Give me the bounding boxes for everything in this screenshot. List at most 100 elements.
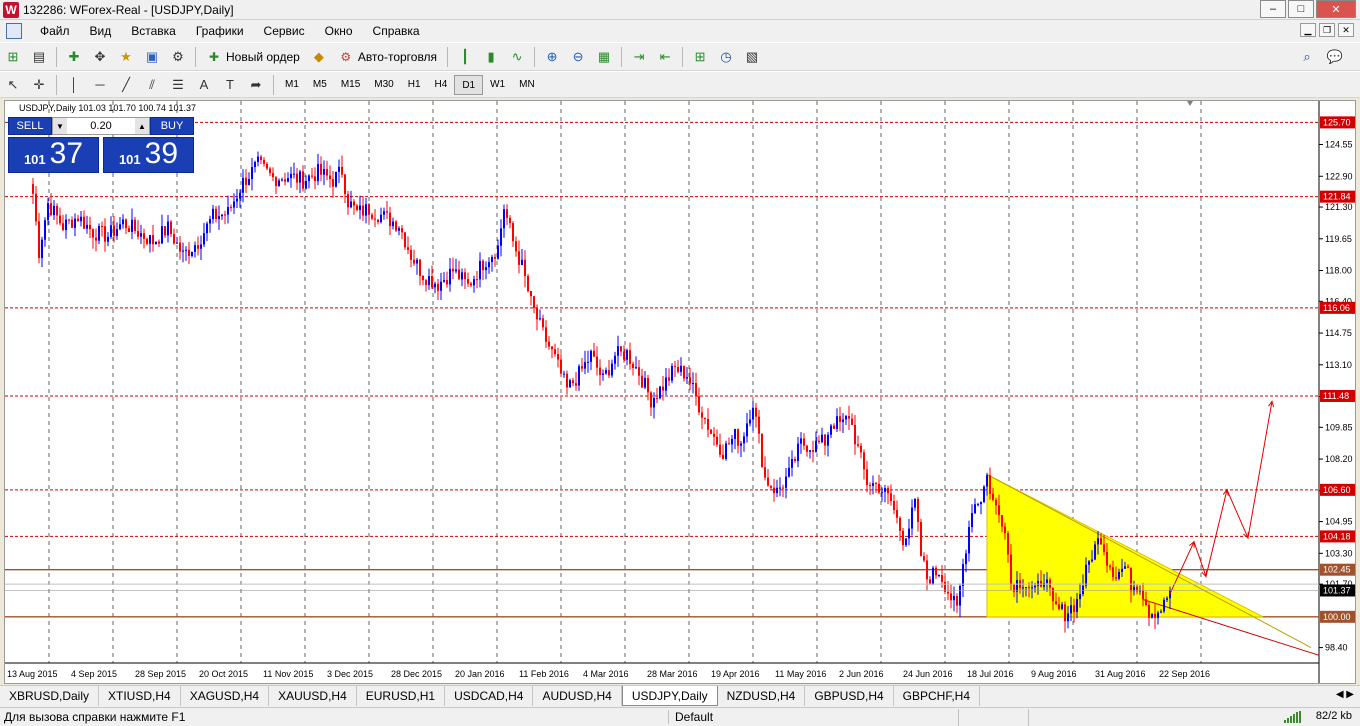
lot-decrease-icon[interactable]: ▼ <box>53 118 67 134</box>
minimize-button[interactable]: – <box>1260 0 1286 18</box>
candle-body <box>680 365 682 372</box>
buy-button[interactable]: BUY <box>150 117 194 135</box>
buy-price[interactable]: 101 39 <box>103 137 194 173</box>
mdi-close-button[interactable]: ✕ <box>1338 23 1354 37</box>
candle-body <box>1097 538 1099 545</box>
navigator-icon[interactable]: ★ <box>115 46 137 68</box>
text-label-icon[interactable]: T <box>219 74 241 96</box>
candle-body <box>614 355 616 364</box>
candle-body <box>947 591 949 594</box>
timeframe-m1[interactable]: M1 <box>278 75 306 95</box>
chart-shift-icon[interactable]: ⇤ <box>654 46 676 68</box>
candle-body <box>368 204 370 215</box>
profiles-icon[interactable]: ▤ <box>28 46 50 68</box>
lot-size-value[interactable]: 0.20 <box>90 120 111 132</box>
fibonacci-icon[interactable]: ☰ <box>167 74 189 96</box>
level-price-label: 121.84 <box>1323 192 1351 202</box>
candle-body <box>182 250 184 252</box>
auto-scroll-icon[interactable]: ⇥ <box>628 46 650 68</box>
timeframe-m5[interactable]: M5 <box>306 75 334 95</box>
tab-nzdusd[interactable]: NZDUSD,H4 <box>718 686 806 706</box>
menu-view[interactable]: Вид <box>80 20 122 42</box>
chart-window-icon[interactable] <box>6 23 22 39</box>
menu-tools[interactable]: Сервис <box>254 20 315 42</box>
timeframe-w1[interactable]: W1 <box>483 75 512 95</box>
horizontal-line-icon[interactable]: ─ <box>89 74 111 96</box>
tab-eurusd[interactable]: EURUSD,H1 <box>357 686 446 706</box>
tab-usdjpy[interactable]: USDJPY,Daily <box>621 686 718 706</box>
vertical-line-icon[interactable]: │ <box>63 74 85 96</box>
menu-charts[interactable]: Графики <box>186 20 254 42</box>
candle-body <box>647 378 649 393</box>
terminal-icon[interactable]: ▣ <box>141 46 163 68</box>
tab-xagusd[interactable]: XAGUSD,H4 <box>181 686 270 706</box>
chart-window[interactable]: 13 Aug 2015 4 Sep 2015 28 Sep 2015 20 Oct 2… <box>4 100 1356 684</box>
new-chart-icon[interactable]: ⊞ <box>2 46 24 68</box>
tab-gbpusd[interactable]: GBPUSD,H4 <box>805 686 894 706</box>
periods-icon[interactable]: ◷ <box>715 46 737 68</box>
candle-body <box>83 216 85 229</box>
arrows-icon[interactable]: ➦ <box>245 74 267 96</box>
metaeditor-icon[interactable]: ◆ <box>308 46 330 68</box>
menu-help[interactable]: Справка <box>363 20 430 42</box>
tab-audusd[interactable]: AUDUSD,H4 <box>533 686 622 706</box>
equidistant-channel-icon[interactable]: ⫽ <box>141 74 163 96</box>
candle-body <box>1166 598 1168 600</box>
timeframe-h1[interactable]: H1 <box>401 75 428 95</box>
chat-icon[interactable]: 💬 <box>1324 46 1346 68</box>
menu-file[interactable]: Файл <box>30 20 80 42</box>
templates-icon[interactable]: ▧ <box>741 46 763 68</box>
indicators-icon[interactable]: ⊞ <box>689 46 711 68</box>
tile-windows-icon[interactable]: ▦ <box>593 46 615 68</box>
symbol-info: USDJPY,Daily 101.03 101.70 100.74 101.37 <box>19 103 196 113</box>
tab-usdcad[interactable]: USDCAD,H4 <box>445 686 534 706</box>
candlestick-chart-icon[interactable]: ▮ <box>480 46 502 68</box>
timeframe-d1[interactable]: D1 <box>454 74 484 95</box>
timeframe-m15[interactable]: M15 <box>334 75 367 95</box>
trendline-icon[interactable]: ╱ <box>115 74 137 96</box>
market-watch-icon[interactable]: ✚ <box>63 46 85 68</box>
lot-increase-icon[interactable]: ▲ <box>134 118 149 134</box>
maximize-button[interactable]: □ <box>1288 0 1314 18</box>
search-icon[interactable]: ⌕ <box>1296 46 1318 68</box>
candle-body <box>341 166 343 175</box>
timeframe-h4[interactable]: H4 <box>428 75 455 95</box>
y-axis-label: 119.65 <box>1325 234 1352 244</box>
mdi-minimize-button[interactable]: ▁ <box>1300 23 1316 37</box>
tabs-scroll-icon[interactable]: ◀ ▶ <box>1336 689 1354 700</box>
line-chart-icon[interactable]: ∿ <box>506 46 528 68</box>
menu-window[interactable]: Окно <box>315 20 363 42</box>
text-icon[interactable]: A <box>193 74 215 96</box>
auto-trading-button[interactable]: ⚙ Авто-торговля <box>332 46 443 68</box>
timeframe-mn[interactable]: MN <box>512 75 542 95</box>
candle-body <box>1037 580 1039 586</box>
candle-body <box>827 434 829 446</box>
mdi-restore-button[interactable]: ❐ <box>1319 23 1335 37</box>
tab-gbpchf[interactable]: GBPCHF,H4 <box>894 686 981 706</box>
lot-size-field[interactable]: ▼ 0.20 ▲ <box>52 117 150 135</box>
crosshair-icon[interactable]: ✛ <box>28 74 50 96</box>
close-button[interactable]: ✕ <box>1316 0 1356 18</box>
cursor-icon[interactable]: ↖ <box>2 74 24 96</box>
candle-body <box>476 279 478 281</box>
candle-body <box>692 382 694 384</box>
zoom-out-icon[interactable]: ⊖ <box>567 46 589 68</box>
bar-chart-icon[interactable]: ┃ <box>454 46 476 68</box>
timeframe-m30[interactable]: M30 <box>367 75 400 95</box>
new-order-button[interactable]: ✚ Новый ордер <box>200 46 306 68</box>
tab-xauusd[interactable]: XAUUSD,H4 <box>269 686 357 706</box>
candle-body <box>773 487 775 494</box>
sell-price[interactable]: 101 37 <box>8 137 99 173</box>
candle-body <box>65 219 67 231</box>
tab-xbrusd[interactable]: XBRUSD,Daily <box>0 686 100 706</box>
candle-body <box>512 223 514 242</box>
strategy-tester-icon[interactable]: ⚙ <box>167 46 189 68</box>
zoom-in-icon[interactable]: ⊕ <box>541 46 563 68</box>
data-window-icon[interactable]: ✥ <box>89 46 111 68</box>
sell-button[interactable]: SELL <box>8 117 52 135</box>
menu-insert[interactable]: Вставка <box>121 20 186 42</box>
price-chart[interactable]: 13 Aug 2015 4 Sep 2015 28 Sep 2015 20 Oct 2… <box>5 101 1355 683</box>
candle-body <box>1157 612 1159 618</box>
candle-body <box>38 221 40 258</box>
tab-xtiusd[interactable]: XTIUSD,H4 <box>99 686 181 706</box>
